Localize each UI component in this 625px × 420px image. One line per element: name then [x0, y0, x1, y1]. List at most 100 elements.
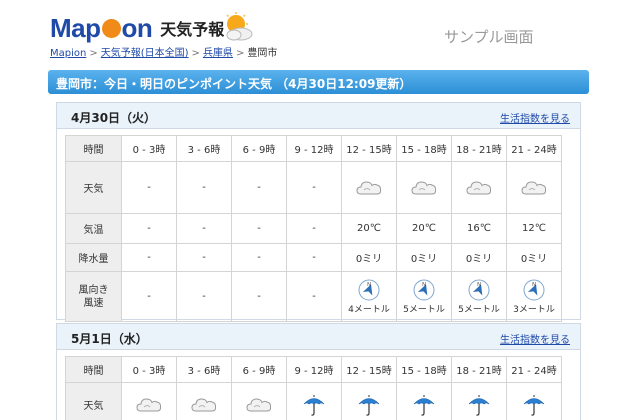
- day-header: 4月30日（火） 生活指数を見る: [57, 103, 580, 129]
- breadcrumb-mapion[interactable]: Mapion: [50, 48, 86, 59]
- forecast-table-1: 時間 0 - 3時 3 - 6時 6 - 9時 9 - 12時 12 - 15時…: [65, 135, 562, 322]
- life-index-link[interactable]: 生活指数を見る: [500, 331, 570, 346]
- svg-text:N: N: [422, 282, 426, 288]
- wind-cell: N 5メートル: [396, 271, 452, 322]
- day-header: 5月1日（水） 生活指数を見る: [57, 324, 580, 350]
- temp-row: 気温 - - - - 20℃ 20℃ 16℃ 12℃: [65, 213, 562, 244]
- weather-cell: [286, 382, 342, 420]
- svg-text:N: N: [532, 282, 536, 288]
- time-slot: 3 - 6時: [176, 135, 232, 162]
- breadcrumb-weather-japan[interactable]: 天気予報(日本全国): [101, 48, 189, 59]
- sun-cloud-icon: [226, 12, 253, 41]
- forecast-table-2: 時間 0 - 3時 3 - 6時 6 - 9時 9 - 12時 12 - 15時…: [65, 356, 562, 420]
- row-label-time: 時間: [65, 356, 122, 383]
- temp-cell: 12℃: [506, 213, 562, 244]
- umbrella-icon: [523, 394, 545, 416]
- precip-cell: 0ミリ: [451, 243, 507, 272]
- precip-cell: 0ミリ: [341, 243, 397, 272]
- day-panel-2: 5月1日（水） 生活指数を見る 時間 0 - 3時 3 - 6時 6 - 9時 …: [56, 323, 581, 420]
- weather-cell: -: [286, 161, 342, 214]
- weather-cell: [176, 382, 232, 420]
- row-label-weather: 天気: [65, 161, 122, 214]
- wind-cell: -: [231, 271, 287, 322]
- time-slot: 18 - 21時: [451, 135, 507, 162]
- time-slot: 9 - 12時: [286, 135, 342, 162]
- compass-icon: N: [413, 279, 435, 300]
- wind-row: 風向き 風速 - - - - N 4メートル N 5メートル N 5メートル N 3メート…: [65, 271, 562, 322]
- time-slot: 21 - 24時: [506, 135, 562, 162]
- umbrella-icon: [468, 394, 490, 416]
- weather-cell: [451, 161, 507, 214]
- time-slot: 3 - 6時: [176, 356, 232, 383]
- breadcrumb: Mapion > 天気予報(日本全国) > 兵庫県 > 豊岡市: [50, 48, 278, 59]
- row-label-wind: 風向き 風速: [65, 271, 122, 322]
- row-label-temp: 気温: [65, 213, 122, 244]
- day-date: 4月30日（火）: [71, 111, 157, 125]
- compass-icon: N: [523, 279, 545, 300]
- cloud-icon: [411, 179, 437, 196]
- weather-cell: [506, 161, 562, 214]
- day-panel-1: 4月30日（火） 生活指数を見る 時間 0 - 3時 3 - 6時 6 - 9時…: [56, 102, 581, 322]
- time-slot: 21 - 24時: [506, 356, 562, 383]
- wind-cell: -: [176, 271, 232, 322]
- precip-cell: -: [286, 243, 342, 272]
- logo-text: Map on: [50, 12, 153, 43]
- weather-cell: [341, 382, 397, 420]
- cloud-icon: [136, 396, 162, 413]
- time-slot: 9 - 12時: [286, 356, 342, 383]
- wind-speed: 5メートル: [458, 304, 500, 315]
- temp-cell: -: [231, 213, 287, 244]
- wind-speed: 5メートル: [403, 304, 445, 315]
- cloud-icon: [466, 179, 492, 196]
- row-label-time: 時間: [65, 135, 122, 162]
- day-date: 5月1日（水）: [71, 332, 148, 346]
- time-slot: 12 - 15時: [341, 135, 397, 162]
- weather-row: 天気: [65, 382, 562, 420]
- umbrella-icon: [303, 394, 325, 416]
- precip-row: 降水量 - - - - 0ミリ 0ミリ 0ミリ 0ミリ: [65, 243, 562, 272]
- time-row: 時間 0 - 3時 3 - 6時 6 - 9時 9 - 12時 12 - 15時…: [65, 356, 562, 383]
- wind-cell: -: [286, 271, 342, 322]
- time-slot: 0 - 3時: [121, 356, 177, 383]
- time-slot: 18 - 21時: [451, 356, 507, 383]
- wind-speed: 3メートル: [513, 304, 555, 315]
- weather-cell: -: [121, 161, 177, 214]
- weather-cell: [396, 161, 452, 214]
- wind-cell: N 4メートル: [341, 271, 397, 322]
- time-slot: 6 - 9時: [231, 135, 287, 162]
- temp-cell: 20℃: [396, 213, 452, 244]
- row-label-precip: 降水量: [65, 243, 122, 272]
- temp-cell: -: [176, 213, 232, 244]
- svg-text:N: N: [367, 282, 371, 288]
- weather-cell: [451, 382, 507, 420]
- umbrella-icon: [413, 394, 435, 416]
- temp-cell: -: [121, 213, 177, 244]
- wind-speed: 4メートル: [348, 304, 390, 315]
- mapion-logo[interactable]: Map on 天気予報: [50, 12, 224, 43]
- precip-cell: -: [176, 243, 232, 272]
- cloud-icon: [356, 179, 382, 196]
- wind-cell: N 5メートル: [451, 271, 507, 322]
- time-row: 時間 0 - 3時 3 - 6時 6 - 9時 9 - 12時 12 - 15時…: [65, 135, 562, 162]
- breadcrumb-hyogo[interactable]: 兵庫県: [203, 48, 233, 59]
- row-label-weather: 天気: [65, 382, 122, 420]
- precip-cell: -: [121, 243, 177, 272]
- sample-label: サンプル画面: [444, 28, 534, 46]
- wind-cell: -: [121, 271, 177, 322]
- temp-cell: -: [286, 213, 342, 244]
- temp-cell: 16℃: [451, 213, 507, 244]
- time-slot: 12 - 15時: [341, 356, 397, 383]
- weather-cell: -: [176, 161, 232, 214]
- precip-cell: 0ミリ: [506, 243, 562, 272]
- time-slot: 15 - 18時: [396, 135, 452, 162]
- time-slot: 0 - 3時: [121, 135, 177, 162]
- umbrella-icon: [358, 394, 380, 416]
- wind-cell: N 3メートル: [506, 271, 562, 322]
- life-index-link[interactable]: 生活指数を見る: [500, 110, 570, 125]
- weather-row: 天気 - - - -: [65, 161, 562, 214]
- time-slot: 15 - 18時: [396, 356, 452, 383]
- breadcrumb-current: 豊岡市: [247, 48, 278, 59]
- weather-cell: [341, 161, 397, 214]
- compass-icon: N: [358, 279, 380, 300]
- weather-cell: [231, 382, 287, 420]
